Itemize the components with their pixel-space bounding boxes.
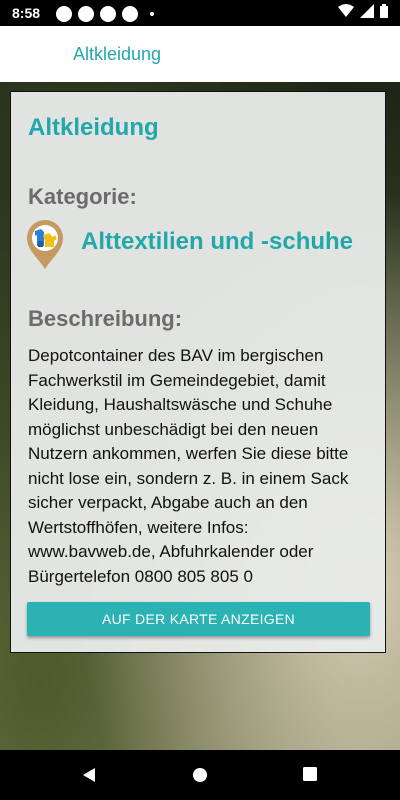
description-label: Beschreibung:: [28, 306, 183, 331]
wifi-icon: [338, 4, 354, 17]
notification-icons: [56, 6, 154, 22]
category-name: Alttextilien und -schuhe: [81, 228, 354, 255]
notification-icon: [78, 6, 94, 22]
description-text: Depotcontainer des BAV im bergischen Fac…: [28, 346, 349, 586]
app-bar-title: Altkleidung: [73, 44, 162, 64]
status-time: 8:58: [12, 5, 41, 21]
status-bar: 8:58: [0, 0, 400, 26]
app-bar: Altkleidung: [0, 26, 400, 82]
show-on-map-button[interactable]: AUF DER KARTE ANZEIGEN: [27, 602, 370, 636]
category-label: Kategorie:: [28, 184, 137, 209]
navigation-bar: [0, 750, 400, 800]
detail-card: Altkleidung Kategorie: Alttextilien und …: [10, 91, 386, 653]
notification-icon: [122, 6, 138, 22]
home-icon[interactable]: [192, 767, 208, 783]
notification-icon: [56, 6, 72, 22]
system-icons: [338, 4, 388, 18]
battery-icon: [380, 4, 388, 18]
signal-icon: [360, 4, 374, 18]
card-title: Altkleidung: [28, 114, 159, 141]
recents-icon[interactable]: [303, 767, 317, 781]
clothing-pin-icon: [27, 220, 63, 269]
category-row: Alttextilien und -schuhe: [25, 218, 385, 269]
back-icon[interactable]: [81, 767, 97, 783]
notification-icon: [100, 6, 116, 22]
more-notifications-icon: [150, 12, 154, 16]
